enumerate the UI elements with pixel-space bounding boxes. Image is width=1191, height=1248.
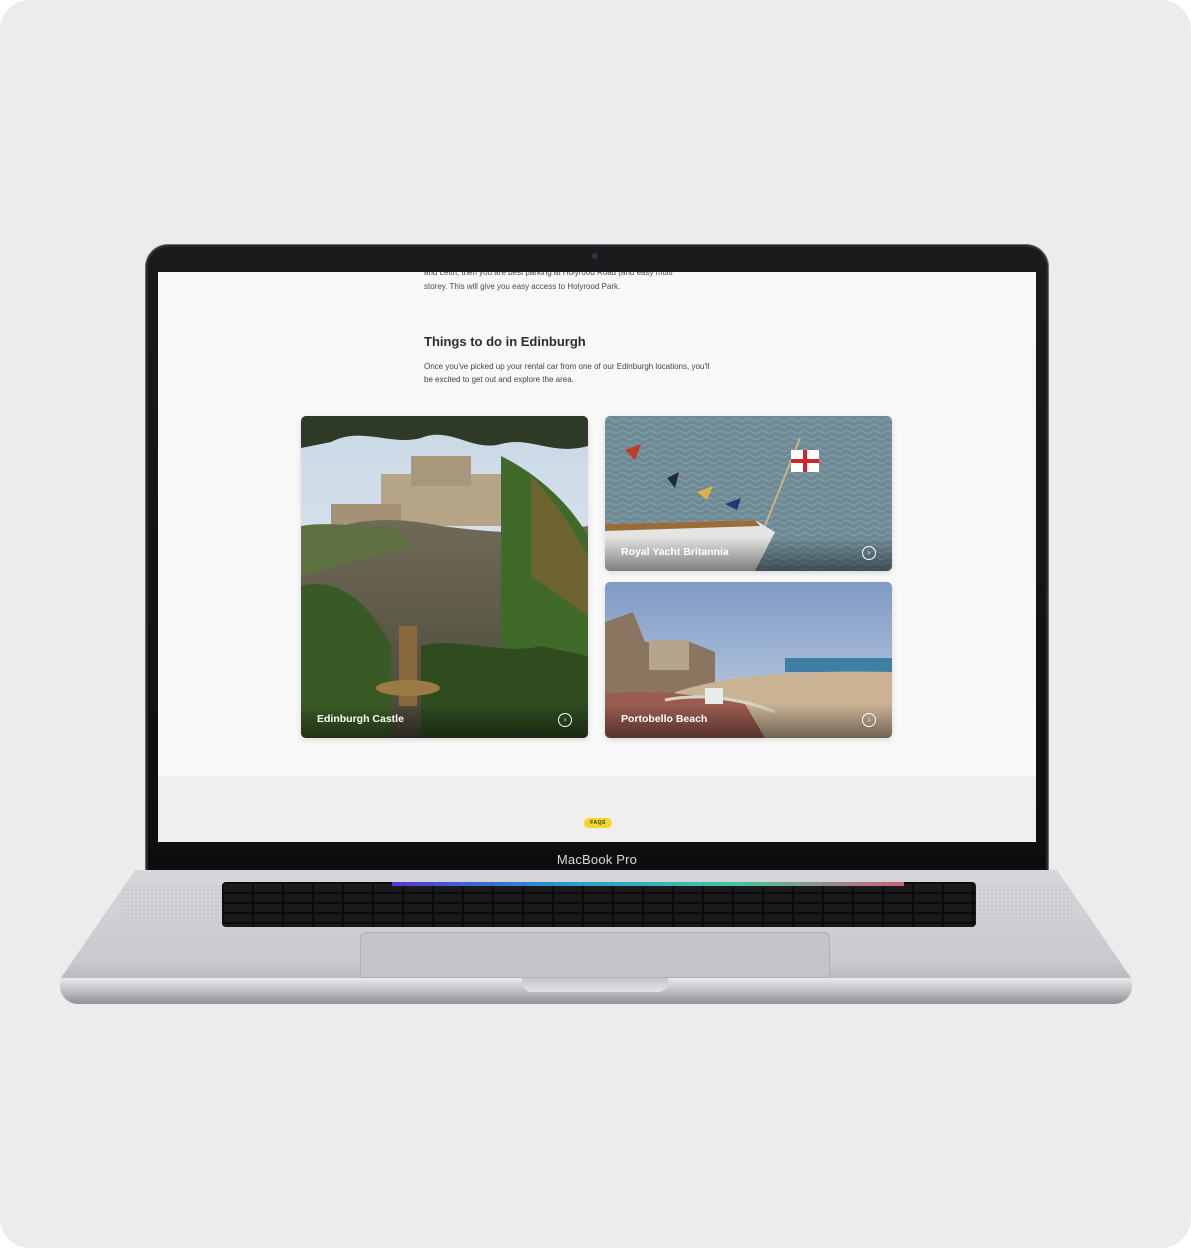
- touch-bar: [392, 882, 904, 886]
- intro-line: storey. This will give you easy access t…: [424, 282, 621, 291]
- chevron-right-circle-icon[interactable]: ›: [862, 546, 876, 560]
- trackpad: [360, 932, 830, 978]
- card-label: Portobello Beach: [621, 713, 708, 725]
- card-edinburgh-castle[interactable]: Edinburgh Castle ›: [301, 416, 588, 738]
- faq-heading: Edinburgh car hire FAQs: [488, 834, 708, 842]
- browser-viewport[interactable]: and Leith, then you are best parking at …: [158, 272, 1036, 842]
- card-royal-yacht-britannia[interactable]: Royal Yacht Britannia ›: [605, 416, 892, 571]
- card-portobello-beach[interactable]: Portobello Beach ›: [605, 582, 892, 738]
- faq-section: FAQS Edinburgh car hire FAQs: [158, 776, 1036, 842]
- laptop-lid: and Leith, then you are best parking at …: [146, 245, 1048, 873]
- camera-icon: [592, 253, 598, 259]
- speaker-grille-right: [962, 884, 1072, 924]
- mockup-background: and Leith, then you are best parking at …: [0, 0, 1191, 1248]
- card-label: Edinburgh Castle: [317, 713, 404, 725]
- description-line: Once you've picked up your rental car fr…: [424, 362, 710, 371]
- intro-paragraph: and Leith, then you are best parking at …: [424, 272, 784, 294]
- lid-opening-notch: [522, 978, 668, 992]
- description-line: be excited to get out and explore the ar…: [424, 375, 574, 384]
- chevron-right-circle-icon[interactable]: ›: [862, 713, 876, 727]
- chevron-right-circle-icon[interactable]: ›: [558, 713, 572, 727]
- speaker-grille-left: [122, 884, 232, 924]
- section-description: Once you've picked up your rental car fr…: [424, 360, 784, 386]
- edinburgh-castle-photo: [301, 416, 588, 738]
- keyboard: [222, 882, 976, 927]
- intro-line: and Leith, then you are best parking at …: [424, 272, 673, 277]
- section-title: Things to do in Edinburgh: [424, 334, 586, 349]
- faq-badge: FAQS: [584, 818, 612, 828]
- device-label: MacBook Pro: [556, 852, 638, 867]
- card-label: Royal Yacht Britannia: [621, 546, 729, 558]
